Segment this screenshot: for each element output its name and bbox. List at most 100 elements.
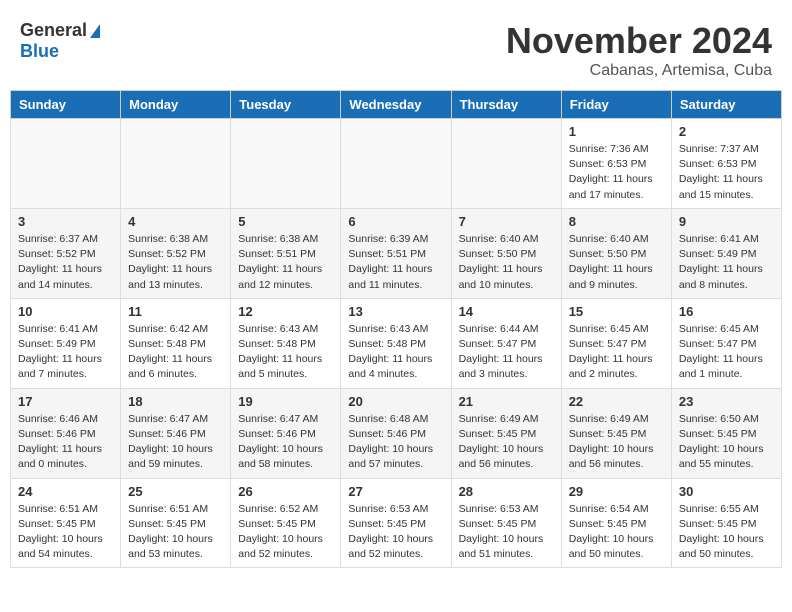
- day-number: 17: [18, 394, 113, 409]
- calendar-cell: 24 Sunrise: 6:51 AM Sunset: 5:45 PM Dayli…: [11, 478, 121, 568]
- day-header-saturday: Saturday: [671, 91, 781, 119]
- day-info: Sunrise: 6:51 AM Sunset: 5:45 PM Dayligh…: [18, 502, 113, 563]
- day-number: 24: [18, 484, 113, 499]
- day-info: Sunrise: 6:50 AM Sunset: 5:45 PM Dayligh…: [679, 412, 774, 473]
- day-number: 9: [679, 214, 774, 229]
- calendar-cell: 23 Sunrise: 6:50 AM Sunset: 5:45 PM Dayli…: [671, 388, 781, 478]
- calendar-cell: 11Sunrise: 6:42 AM Sunset: 5:48 PM Dayli…: [121, 298, 231, 388]
- calendar-cell: 18Sunrise: 6:47 AM Sunset: 5:46 PM Dayli…: [121, 388, 231, 478]
- day-number: 11: [128, 304, 223, 319]
- calendar-cell: 20 Sunrise: 6:48 AM Sunset: 5:46 PM Dayli…: [341, 388, 451, 478]
- calendar-cell: 3 Sunrise: 6:37 AM Sunset: 5:52 PM Daylig…: [11, 208, 121, 298]
- day-info: Sunrise: 6:55 AM Sunset: 5:45 PM Dayligh…: [679, 502, 774, 563]
- day-number: 8: [569, 214, 664, 229]
- day-number: 13: [348, 304, 443, 319]
- calendar-cell: 15 Sunrise: 6:45 AM Sunset: 5:47 PM Dayli…: [561, 298, 671, 388]
- calendar-cell: [231, 119, 341, 209]
- week-row-1: 1 Sunrise: 7:36 AM Sunset: 6:53 PM Daylig…: [11, 119, 782, 209]
- day-info: Sunrise: 6:39 AM Sunset: 5:51 PM Dayligh…: [348, 232, 443, 293]
- day-info: Sunrise: 6:45 AM Sunset: 5:47 PM Dayligh…: [569, 322, 664, 383]
- day-number: 12: [238, 304, 333, 319]
- day-number: 6: [348, 214, 443, 229]
- day-number: 28: [459, 484, 554, 499]
- day-number: 27: [348, 484, 443, 499]
- day-info: Sunrise: 6:37 AM Sunset: 5:52 PM Dayligh…: [18, 232, 113, 293]
- header: General Blue November 2024 Cabanas, Arte…: [10, 10, 782, 85]
- week-row-3: 10 Sunrise: 6:41 AM Sunset: 5:49 PM Dayli…: [11, 298, 782, 388]
- day-header-thursday: Thursday: [451, 91, 561, 119]
- day-header-sunday: Sunday: [11, 91, 121, 119]
- calendar-cell: [11, 119, 121, 209]
- day-info: Sunrise: 6:44 AM Sunset: 5:47 PM Dayligh…: [459, 322, 554, 383]
- month-title: November 2024: [506, 20, 772, 62]
- day-number: 15: [569, 304, 664, 319]
- day-info: Sunrise: 6:43 AM Sunset: 5:48 PM Dayligh…: [238, 322, 333, 383]
- day-info: Sunrise: 6:38 AM Sunset: 5:51 PM Dayligh…: [238, 232, 333, 293]
- calendar-cell: 22 Sunrise: 6:49 AM Sunset: 5:45 PM Dayli…: [561, 388, 671, 478]
- calendar-cell: 25 Sunrise: 6:51 AM Sunset: 5:45 PM Dayli…: [121, 478, 231, 568]
- day-number: 2: [679, 124, 774, 139]
- day-number: 1: [569, 124, 664, 139]
- day-info: Sunrise: 6:54 AM Sunset: 5:45 PM Dayligh…: [569, 502, 664, 563]
- day-info: Sunrise: 6:49 AM Sunset: 5:45 PM Dayligh…: [459, 412, 554, 473]
- calendar-table: SundayMondayTuesdayWednesdayThursdayFrid…: [10, 90, 782, 568]
- day-info: Sunrise: 6:47 AM Sunset: 5:46 PM Dayligh…: [238, 412, 333, 473]
- day-info: Sunrise: 6:40 AM Sunset: 5:50 PM Dayligh…: [459, 232, 554, 293]
- calendar-cell: 8 Sunrise: 6:40 AM Sunset: 5:50 PM Daylig…: [561, 208, 671, 298]
- logo-triangle-icon: [90, 24, 100, 38]
- day-info: Sunrise: 6:48 AM Sunset: 5:46 PM Dayligh…: [348, 412, 443, 473]
- calendar-cell: 30 Sunrise: 6:55 AM Sunset: 5:45 PM Dayli…: [671, 478, 781, 568]
- day-number: 14: [459, 304, 554, 319]
- day-info: Sunrise: 6:49 AM Sunset: 5:45 PM Dayligh…: [569, 412, 664, 473]
- calendar-cell: 10 Sunrise: 6:41 AM Sunset: 5:49 PM Dayli…: [11, 298, 121, 388]
- day-number: 30: [679, 484, 774, 499]
- week-row-4: 17 Sunrise: 6:46 AM Sunset: 5:46 PM Dayli…: [11, 388, 782, 478]
- logo: General Blue: [20, 20, 100, 62]
- day-info: Sunrise: 6:41 AM Sunset: 5:49 PM Dayligh…: [679, 232, 774, 293]
- day-number: 22: [569, 394, 664, 409]
- day-number: 20: [348, 394, 443, 409]
- calendar-cell: [451, 119, 561, 209]
- day-number: 3: [18, 214, 113, 229]
- day-number: 4: [128, 214, 223, 229]
- day-info: Sunrise: 7:36 AM Sunset: 6:53 PM Dayligh…: [569, 142, 664, 203]
- day-number: 19: [238, 394, 333, 409]
- title-area: November 2024 Cabanas, Artemisa, Cuba: [506, 20, 772, 80]
- day-header-monday: Monday: [121, 91, 231, 119]
- calendar-cell: 5 Sunrise: 6:38 AM Sunset: 5:51 PM Daylig…: [231, 208, 341, 298]
- day-number: 10: [18, 304, 113, 319]
- day-info: Sunrise: 6:45 AM Sunset: 5:47 PM Dayligh…: [679, 322, 774, 383]
- calendar-cell: 12 Sunrise: 6:43 AM Sunset: 5:48 PM Dayli…: [231, 298, 341, 388]
- calendar-cell: [341, 119, 451, 209]
- calendar-cell: 13 Sunrise: 6:43 AM Sunset: 5:48 PM Dayli…: [341, 298, 451, 388]
- day-info: Sunrise: 6:53 AM Sunset: 5:45 PM Dayligh…: [459, 502, 554, 563]
- day-number: 29: [569, 484, 664, 499]
- calendar-cell: 6 Sunrise: 6:39 AM Sunset: 5:51 PM Daylig…: [341, 208, 451, 298]
- day-info: Sunrise: 6:43 AM Sunset: 5:48 PM Dayligh…: [348, 322, 443, 383]
- day-number: 16: [679, 304, 774, 319]
- calendar-cell: [121, 119, 231, 209]
- day-info: Sunrise: 6:40 AM Sunset: 5:50 PM Dayligh…: [569, 232, 664, 293]
- day-info: Sunrise: 6:46 AM Sunset: 5:46 PM Dayligh…: [18, 412, 113, 473]
- calendar-cell: 2Sunrise: 7:37 AM Sunset: 6:53 PM Daylig…: [671, 119, 781, 209]
- day-header-row: SundayMondayTuesdayWednesdayThursdayFrid…: [11, 91, 782, 119]
- day-number: 21: [459, 394, 554, 409]
- day-info: Sunrise: 6:41 AM Sunset: 5:49 PM Dayligh…: [18, 322, 113, 383]
- day-number: 5: [238, 214, 333, 229]
- calendar-cell: 1 Sunrise: 7:36 AM Sunset: 6:53 PM Daylig…: [561, 119, 671, 209]
- day-info: Sunrise: 6:52 AM Sunset: 5:45 PM Dayligh…: [238, 502, 333, 563]
- day-info: Sunrise: 6:38 AM Sunset: 5:52 PM Dayligh…: [128, 232, 223, 293]
- calendar-cell: 14 Sunrise: 6:44 AM Sunset: 5:47 PM Dayli…: [451, 298, 561, 388]
- calendar-cell: 21 Sunrise: 6:49 AM Sunset: 5:45 PM Dayli…: [451, 388, 561, 478]
- day-number: 25: [128, 484, 223, 499]
- calendar-cell: 17 Sunrise: 6:46 AM Sunset: 5:46 PM Dayli…: [11, 388, 121, 478]
- week-row-5: 24 Sunrise: 6:51 AM Sunset: 5:45 PM Dayli…: [11, 478, 782, 568]
- calendar-cell: 27 Sunrise: 6:53 AM Sunset: 5:45 PM Dayli…: [341, 478, 451, 568]
- day-header-tuesday: Tuesday: [231, 91, 341, 119]
- calendar-cell: 28 Sunrise: 6:53 AM Sunset: 5:45 PM Dayli…: [451, 478, 561, 568]
- day-number: 23: [679, 394, 774, 409]
- day-info: Sunrise: 6:53 AM Sunset: 5:45 PM Dayligh…: [348, 502, 443, 563]
- logo-general-text: General: [20, 20, 87, 41]
- calendar-cell: 29 Sunrise: 6:54 AM Sunset: 5:45 PM Dayli…: [561, 478, 671, 568]
- day-info: Sunrise: 6:51 AM Sunset: 5:45 PM Dayligh…: [128, 502, 223, 563]
